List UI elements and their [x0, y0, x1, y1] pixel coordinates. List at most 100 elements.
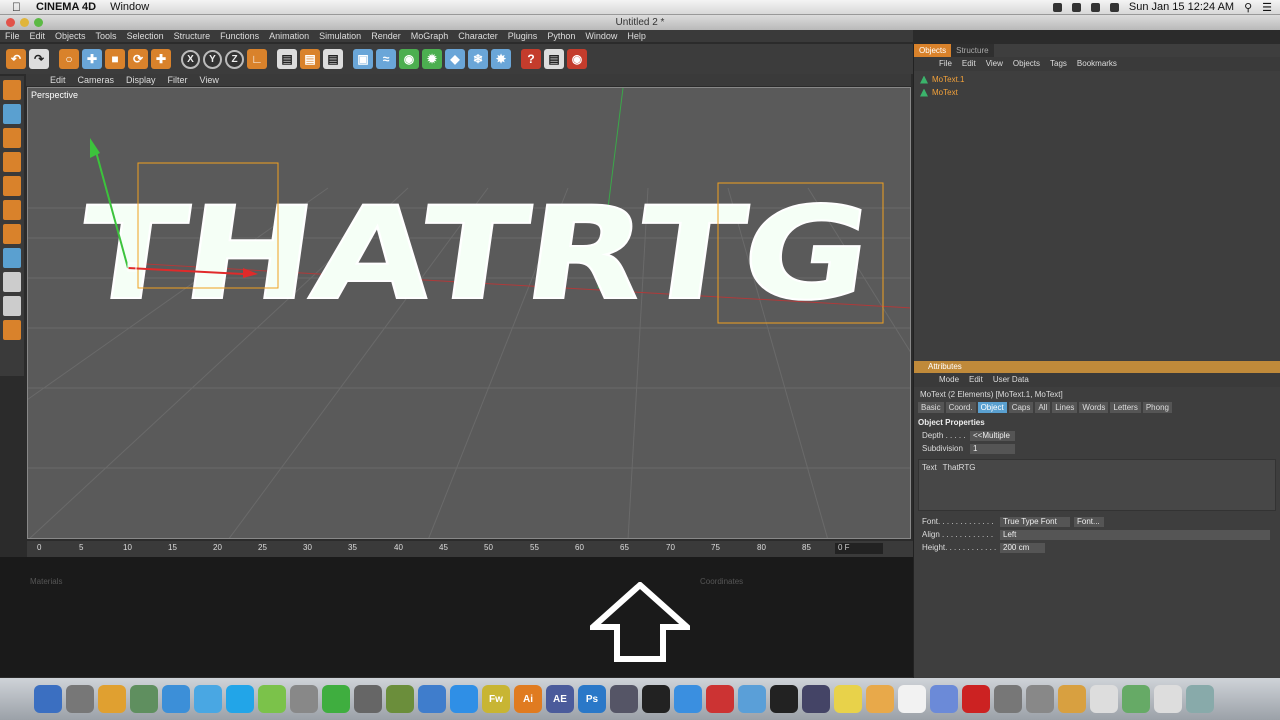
objects-menu-file[interactable]: File	[934, 57, 957, 71]
render-settings-icon[interactable]: ▤	[323, 49, 343, 69]
app-icon[interactable]	[418, 685, 446, 713]
viewport-menu-view[interactable]: View	[194, 74, 225, 86]
imovie-icon[interactable]	[642, 685, 670, 713]
app-icon[interactable]	[450, 685, 478, 713]
redo-icon[interactable]: ↷	[29, 49, 49, 69]
workplane-icon[interactable]	[3, 272, 21, 292]
close-icon[interactable]	[6, 18, 15, 27]
array-icon[interactable]: ✹	[422, 49, 442, 69]
add-icon[interactable]: ✚	[151, 49, 171, 69]
tab-object[interactable]: Object	[977, 402, 1007, 413]
app-icon[interactable]	[866, 685, 894, 713]
list-item[interactable]: MoText.1	[914, 73, 1280, 86]
z-axis-icon[interactable]: Z	[225, 49, 244, 69]
window-menu[interactable]: Window	[110, 1, 149, 13]
render-picture-viewer-icon[interactable]: ▤	[300, 49, 320, 69]
tab-words[interactable]: Words	[1079, 402, 1109, 413]
move-icon[interactable]: ✚	[82, 49, 102, 69]
viewport-menu-edit[interactable]: Edit	[44, 74, 72, 86]
minimize-icon[interactable]	[20, 18, 29, 27]
font-button[interactable]: Font...	[1074, 516, 1104, 527]
gmail-icon[interactable]	[706, 685, 734, 713]
menu-objects[interactable]: Objects	[50, 30, 91, 42]
subdivision-field[interactable]: 1	[970, 443, 1015, 454]
utorrent-icon[interactable]	[322, 685, 350, 713]
texture-mode-icon[interactable]	[3, 128, 21, 148]
perspective-viewport[interactable]: Perspective THATRTG	[27, 87, 911, 539]
facetime-icon[interactable]	[802, 685, 830, 713]
menu-file[interactable]: File	[0, 30, 25, 42]
list-item[interactable]: MoText	[914, 86, 1280, 99]
viewport-menu-filter[interactable]: Filter	[162, 74, 194, 86]
list-icon[interactable]: ☰	[1262, 1, 1272, 14]
document-icon[interactable]	[1090, 685, 1118, 713]
illustrator-icon[interactable]: Ai	[514, 685, 542, 713]
attributes-menu-user-data[interactable]: User Data	[988, 373, 1034, 387]
menu-render[interactable]: Render	[366, 30, 406, 42]
camera-icon[interactable]: ?	[521, 49, 541, 69]
scene-icon[interactable]: ❄	[468, 49, 488, 69]
app-icon[interactable]	[290, 685, 318, 713]
tab-objects[interactable]: Objects	[914, 44, 952, 57]
height-field[interactable]: 200 cm	[1000, 542, 1045, 553]
zoom-icon[interactable]	[34, 18, 43, 27]
app-icon[interactable]	[354, 685, 382, 713]
chrome-icon[interactable]	[98, 685, 126, 713]
rotate-icon[interactable]: ⟳	[128, 49, 148, 69]
minecraft-icon[interactable]	[386, 685, 414, 713]
app-icon[interactable]	[962, 685, 990, 713]
tab-letters[interactable]: Letters	[1110, 402, 1141, 413]
system-preferences-icon[interactable]	[1026, 685, 1054, 713]
tab-caps[interactable]: Caps	[1008, 402, 1034, 413]
app-icon[interactable]	[130, 685, 158, 713]
menu-edit[interactable]: Edit	[25, 30, 51, 42]
clock[interactable]: Sun Jan 15 12:24 AM	[1129, 1, 1234, 13]
deformer-icon[interactable]: ◆	[445, 49, 465, 69]
edges-mode-icon[interactable]	[3, 200, 21, 220]
tab-basic[interactable]: Basic	[918, 402, 944, 413]
menu-plugins[interactable]: Plugins	[503, 30, 543, 42]
spline-icon[interactable]: ≈	[376, 49, 396, 69]
render-icon[interactable]: ◉	[567, 49, 587, 69]
search-icon[interactable]: ⚲	[1244, 1, 1252, 14]
fireworks-icon[interactable]: Fw	[482, 685, 510, 713]
status-icon[interactable]	[1071, 2, 1081, 12]
y-axis-icon[interactable]: Y	[203, 49, 222, 69]
wifi-icon[interactable]	[1090, 2, 1100, 12]
menu-window[interactable]: Window	[580, 30, 622, 42]
menu-mograph[interactable]: MoGraph	[406, 30, 454, 42]
objects-menu-tags[interactable]: Tags	[1045, 57, 1072, 71]
font-type-dropdown[interactable]: True Type Font	[1000, 516, 1070, 527]
scale-icon[interactable]: ■	[105, 49, 125, 69]
points-mode-icon[interactable]	[3, 176, 21, 196]
app-icon[interactable]	[162, 685, 190, 713]
trash-icon[interactable]	[1186, 685, 1214, 713]
x-axis-icon[interactable]: X	[181, 49, 200, 69]
viewport-menu-cameras[interactable]: Cameras	[72, 74, 121, 86]
environment-icon[interactable]: ✸	[491, 49, 511, 69]
tab-lines[interactable]: Lines	[1052, 402, 1078, 413]
attributes-menu-mode[interactable]: Mode	[934, 373, 964, 387]
finder-icon[interactable]	[34, 685, 62, 713]
objects-menu-bookmarks[interactable]: Bookmarks	[1072, 57, 1122, 71]
tab-all[interactable]: All	[1035, 402, 1051, 413]
dvd-player-icon[interactable]	[994, 685, 1022, 713]
polygons-mode-icon[interactable]	[3, 224, 21, 244]
bodypaint-icon[interactable]	[3, 320, 21, 340]
nurbs-icon[interactable]: ◉	[399, 49, 419, 69]
itunes-icon[interactable]	[930, 685, 958, 713]
objects-menu-objects[interactable]: Objects	[1008, 57, 1045, 71]
viewport-menu-display[interactable]: Display	[120, 74, 162, 86]
objects-menu-edit[interactable]: Edit	[957, 57, 981, 71]
spotify-icon[interactable]	[258, 685, 286, 713]
depth-field[interactable]: <<Multiple	[970, 430, 1015, 441]
axis-mode-icon[interactable]	[3, 152, 21, 172]
stickies-icon[interactable]	[834, 685, 862, 713]
object-mode-icon[interactable]	[3, 104, 21, 124]
launchpad-icon[interactable]	[66, 685, 94, 713]
align-dropdown[interactable]: Left	[1000, 529, 1270, 540]
app-icon[interactable]	[738, 685, 766, 713]
volume-icon[interactable]	[1109, 2, 1119, 12]
timeline[interactable]: 0 5 10 15 20 25 30 35 40 45 50 55 60 65 …	[27, 541, 913, 557]
snap-icon[interactable]	[3, 248, 21, 268]
